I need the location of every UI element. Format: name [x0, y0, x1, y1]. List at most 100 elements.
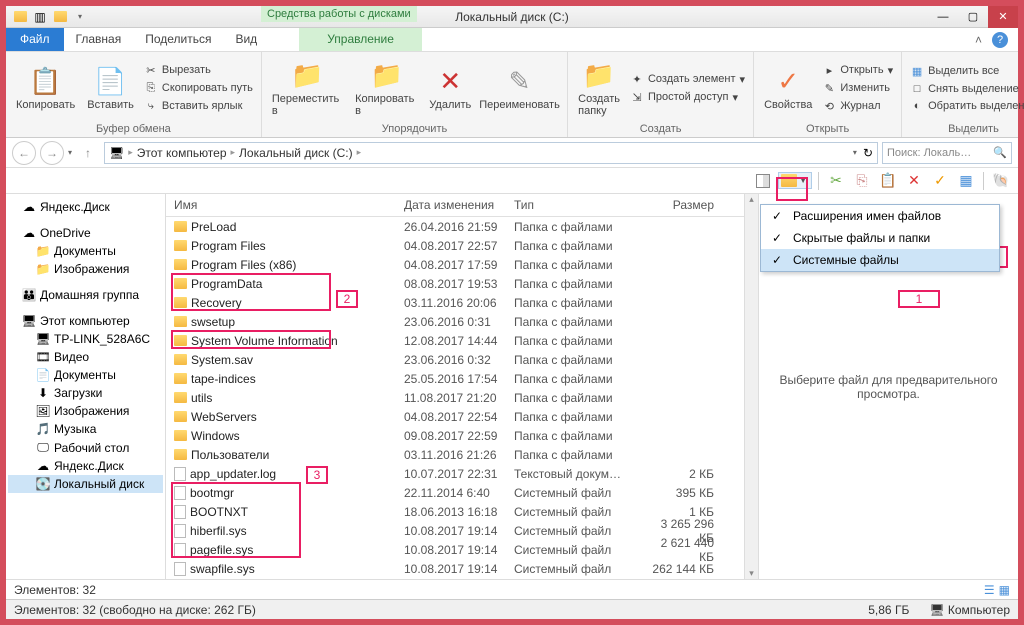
new-folder-button[interactable]: 📁Создать папку	[572, 58, 626, 119]
paste-icon[interactable]: 📋	[877, 170, 899, 192]
vertical-scrollbar[interactable]: ▴▾	[744, 194, 758, 579]
menu-item-hidden[interactable]: ✓ Скрытые файлы и папки	[761, 227, 999, 249]
file-row[interactable]: System Volume Information12.08.2017 14:4…	[166, 331, 744, 350]
tree-item[interactable]: 🎵Музыка	[8, 420, 163, 438]
folder-icon	[174, 278, 187, 289]
history-button[interactable]: ⟲Журнал	[818, 98, 897, 115]
tree-item[interactable]: 📁Документы	[8, 242, 163, 260]
tree-item[interactable]: 🖥Этот компьютер	[8, 312, 163, 330]
recent-dropdown-icon[interactable]: ▾	[68, 148, 72, 157]
cut-icon[interactable]: ✂	[825, 170, 847, 192]
delete-button[interactable]: ✕Удалить	[425, 64, 476, 113]
easy-access-button[interactable]: ⇲Простой доступ ▾	[626, 89, 749, 106]
qat-properties-icon[interactable]: ▥	[32, 9, 48, 25]
tree-item[interactable]: 🎞Видео	[8, 348, 163, 366]
file-row[interactable]: swapfile.sys10.08.2017 19:14Системный фа…	[166, 559, 744, 578]
open-button[interactable]: ▸Открыть ▾	[818, 62, 897, 79]
new-item-button[interactable]: ✦Создать элемент ▾	[626, 71, 749, 88]
file-row[interactable]: utils11.08.2017 21:20Папка с файлами	[166, 388, 744, 407]
paste-button[interactable]: 📄Вставить	[81, 64, 140, 113]
tab-home[interactable]: Главная	[64, 28, 134, 51]
help-icon[interactable]: ?	[992, 32, 1008, 48]
pc-icon: 🖥	[22, 314, 36, 328]
menu-item-extensions[interactable]: ✓ Расширения имен файлов	[761, 205, 999, 227]
file-tab[interactable]: Файл	[6, 28, 64, 51]
tree-item[interactable]: 🖵Рабочий стол	[8, 438, 163, 457]
forward-button[interactable]: →	[40, 141, 64, 165]
shell-icon[interactable]: 🐚	[990, 170, 1012, 192]
col-type[interactable]: Тип	[514, 198, 644, 212]
collapse-ribbon-icon[interactable]: ˄	[975, 33, 982, 47]
qat-folder-icon[interactable]	[52, 9, 68, 25]
menu-item-system[interactable]: ✓ Системные файлы	[761, 249, 999, 271]
layout-icon[interactable]	[752, 170, 774, 192]
file-row[interactable]: Пользователи03.11.2016 21:26Папка с файл…	[166, 445, 744, 464]
copy-path-button[interactable]: ⎘Скопировать путь	[140, 80, 257, 97]
tree-item[interactable]: ☁OneDrive	[8, 224, 163, 242]
tree-item[interactable]: 🖥TP-LINK_528A6C	[8, 330, 163, 348]
title-bar: ▥ ▾ Средства работы с дисками Локальный …	[6, 6, 1018, 28]
status-bar-outer: Элементов: 32 (свободно на диске: 262 ГБ…	[6, 599, 1018, 619]
file-row[interactable]: WebServers04.08.2017 22:54Папка с файлам…	[166, 407, 744, 426]
refresh-button[interactable]: ↻	[863, 146, 873, 160]
folder-icon	[174, 259, 187, 270]
col-size[interactable]: Размер	[644, 198, 724, 212]
address-dropdown-icon[interactable]: ▾	[853, 148, 857, 157]
file-row[interactable]: ProgramData08.08.2017 19:53Папка с файла…	[166, 274, 744, 293]
tab-manage[interactable]: Управление	[299, 28, 422, 51]
file-row[interactable]: pagefile.sys10.08.2017 19:14Системный фа…	[166, 540, 744, 559]
breadcrumb[interactable]: Локальный диск (C:)	[239, 146, 353, 160]
select-none-button[interactable]: □Снять выделение	[906, 81, 1024, 97]
file-row[interactable]: System.sav23.06.2016 0:32Папка с файлами	[166, 350, 744, 369]
file-row[interactable]: app_updater.log10.07.2017 22:31Текстовый…	[166, 464, 744, 483]
tab-share[interactable]: Поделиться	[133, 28, 223, 51]
file-row[interactable]: Recovery03.11.2016 20:06Папка с файлами	[166, 293, 744, 312]
tree-item[interactable]: ⬇Загрузки	[8, 384, 163, 402]
cut-button[interactable]: ✂Вырезать	[140, 62, 257, 79]
icons-view-icon[interactable]: ▦	[999, 583, 1010, 597]
file-row[interactable]: PreLoad26.04.2016 21:59Папка с файлами	[166, 217, 744, 236]
tree-item[interactable]: 🖼Изображения	[8, 402, 163, 420]
tree-item[interactable]: ☁Яндекс.Диск	[8, 198, 163, 216]
file-row[interactable]: Program Files04.08.2017 22:57Папка с фай…	[166, 236, 744, 255]
delete-icon[interactable]: ✕	[903, 170, 925, 192]
copy-icon[interactable]: ⎘	[851, 170, 873, 192]
move-to-button[interactable]: 📁Переместить в	[266, 58, 349, 119]
copy-to-button[interactable]: 📁Копировать в	[349, 58, 425, 119]
view-options-button[interactable]: ▼	[778, 172, 812, 189]
qat-dropdown-icon[interactable]: ▾	[72, 9, 88, 25]
paste-shortcut-button[interactable]: ⤷Вставить ярлык	[140, 98, 257, 115]
tree-item[interactable]: 📁Изображения	[8, 260, 163, 278]
up-button[interactable]: ↑	[76, 141, 100, 165]
close-button[interactable]: ✕	[988, 6, 1018, 28]
col-date[interactable]: Дата изменения	[404, 198, 514, 212]
search-input[interactable]: Поиск: Локаль… 🔍	[882, 142, 1012, 164]
maximize-button[interactable]: ▢	[958, 6, 988, 28]
address-bar-row: ← → ▾ ↑ 🖥 ▸ Этот компьютер ▸ Локальный д…	[6, 138, 1018, 168]
tree-item[interactable]: 💽Локальный диск	[8, 475, 163, 493]
ribbon-group-clipboard: 📋Копировать 📄Вставить ✂Вырезать ⎘Скопиро…	[6, 52, 262, 137]
file-row[interactable]: tape-indices25.05.2016 17:54Папка с файл…	[166, 369, 744, 388]
edit-button[interactable]: ✎Изменить	[818, 80, 897, 97]
file-row[interactable]: bootmgr22.11.2014 6:40Системный файл395 …	[166, 483, 744, 502]
copy-button[interactable]: 📋Копировать	[10, 64, 81, 113]
tree-item[interactable]: 📄Документы	[8, 366, 163, 384]
file-row[interactable]: Windows09.08.2017 22:59Папка с файлами	[166, 426, 744, 445]
breadcrumb[interactable]: Этот компьютер	[137, 146, 227, 160]
file-row[interactable]: swsetup23.06.2016 0:31Папка с файлами	[166, 312, 744, 331]
tree-item[interactable]: 👪Домашняя группа	[8, 286, 163, 304]
invert-selection-button[interactable]: ◐Обратить выделение	[906, 98, 1024, 114]
address-bar[interactable]: 🖥 ▸ Этот компьютер ▸ Локальный диск (C:)…	[104, 142, 878, 164]
file-row[interactable]: Program Files (x86)04.08.2017 17:59Папка…	[166, 255, 744, 274]
tree-item[interactable]: ☁Яндекс.Диск	[8, 457, 163, 475]
tab-view[interactable]: Вид	[223, 28, 269, 51]
rename-button[interactable]: ✎Переименовать	[476, 64, 563, 113]
minimize-button[interactable]: —	[928, 6, 958, 28]
col-name[interactable]: Имя	[174, 198, 404, 212]
properties-button[interactable]: ✓Свойства	[758, 64, 818, 113]
back-button[interactable]: ←	[12, 141, 36, 165]
select-all-button[interactable]: ▦Выделить все	[906, 63, 1024, 80]
view-mode-icon[interactable]: ▦	[955, 170, 977, 192]
confirm-icon[interactable]: ✓	[929, 170, 951, 192]
details-view-icon[interactable]: ☰	[984, 583, 995, 597]
